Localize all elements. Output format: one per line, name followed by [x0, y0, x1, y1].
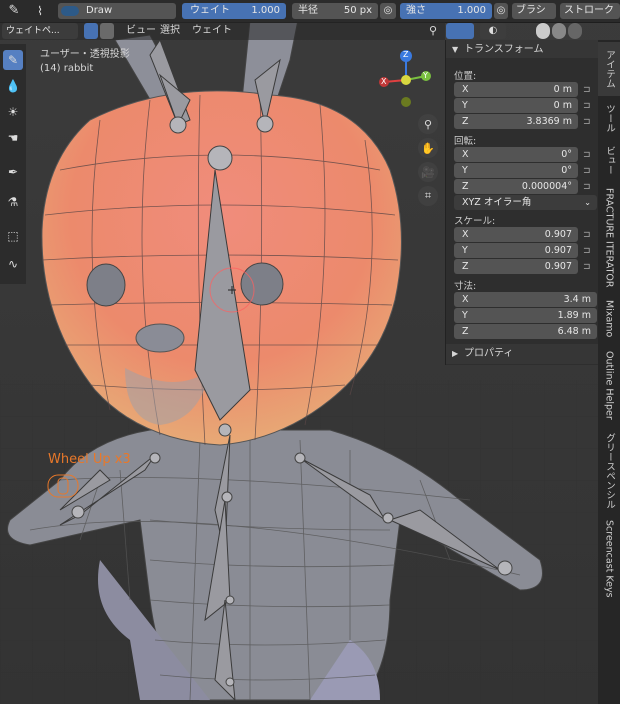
radius-label: 半径 — [298, 5, 318, 16]
average-icon[interactable]: ☀ — [3, 102, 23, 122]
pressure-icon[interactable]: ◎ — [380, 3, 396, 19]
chevron-down-icon: ⌄ — [584, 198, 591, 207]
zoom-icon[interactable]: ⚲ — [418, 114, 438, 134]
mode-selector[interactable]: ウェイトペ... — [2, 23, 78, 39]
dimensions-label: 寸法: — [454, 281, 477, 292]
gizmo-x-label: X — [381, 77, 387, 86]
viewport-projection: ユーザー・透視投影 — [40, 49, 130, 60]
shading-material-icon[interactable] — [552, 23, 566, 39]
brush-selector[interactable]: Draw — [58, 3, 176, 19]
menu-select[interactable]: 選択 — [160, 24, 180, 38]
overlay-icon[interactable]: ◐ — [480, 23, 506, 39]
menu-weight[interactable]: ウェイト — [192, 24, 232, 38]
vertex-mask-icon[interactable] — [100, 23, 114, 39]
weight-label: ウェイト — [190, 5, 230, 16]
scale-z[interactable]: Z 0.907 — [454, 259, 578, 274]
lock-icon[interactable]: ⊐ — [583, 85, 593, 95]
gradient-icon[interactable]: ✒ — [3, 162, 23, 182]
mode-label: ウェイトペ... — [6, 26, 60, 36]
menu-view[interactable]: ビュー — [126, 24, 156, 38]
annotate-icon[interactable]: ∿ — [3, 254, 23, 274]
wheel-overlay-text: Wheel Up x3 — [48, 452, 131, 467]
lock-icon[interactable]: ⊐ — [583, 150, 593, 160]
viewport-header: ウェイトペ... ビュー 選択 ウェイト — [0, 22, 445, 40]
collapse-chevron-icon[interactable]: ▼ — [452, 43, 458, 57]
sidebar-tabs: アイテム ツール ビュー FRACTURE ITERATOR Mixamo Ou… — [598, 40, 620, 704]
gizmo-z-label: Z — [403, 50, 409, 59]
scale-y[interactable]: Y 0.907 — [454, 243, 578, 258]
tab-tool[interactable]: ツール — [598, 98, 620, 138]
tab-grease-pencil[interactable]: グリースペンシル — [598, 428, 620, 514]
scale-label: スケール: — [454, 216, 496, 227]
tab-fracture-iterator[interactable]: FRACTURE ITERATOR — [598, 182, 620, 294]
sidebar-panel: ▼ トランスフォーム 位置: X0 m Y0 m Z 3.8369 m ⊐ ⊐ ⊐… — [445, 40, 599, 365]
brush-icon[interactable]: ⌇ — [30, 3, 50, 19]
radius-field[interactable]: 半径 50 px — [292, 3, 378, 19]
tool-shelf: ✎ 💧 ☀ ☚ ✒ ⚗ ⬚ ∿ — [0, 44, 26, 284]
rotation-x[interactable]: X 0° — [454, 147, 578, 162]
lock-icon[interactable]: ⊐ — [583, 182, 593, 192]
tab-outline-helper[interactable]: Outline Helper — [598, 344, 620, 426]
shading-rendered-icon[interactable] — [568, 23, 582, 39]
weight-field[interactable]: ウェイト 1.000 — [182, 3, 286, 19]
tab-mixamo[interactable]: Mixamo — [598, 296, 620, 342]
lock-icon[interactable]: ⊐ — [583, 230, 593, 240]
brush-name: Draw — [86, 5, 113, 16]
brush-menu[interactable]: ブラシ — [512, 3, 556, 19]
lock-icon[interactable]: ⊐ — [583, 166, 593, 176]
object-types-icon[interactable]: ⚲ — [422, 24, 444, 40]
viewport-object-name: (14) rabbit — [40, 63, 94, 74]
properties-title[interactable]: プロパティ — [464, 347, 513, 361]
strength-pressure-icon[interactable]: ◎ — [494, 3, 508, 19]
strength-field[interactable]: 強さ 1.000 — [400, 3, 492, 19]
strength-value: 1.000 — [457, 5, 486, 16]
brush-menu-label: ブラシ — [516, 5, 546, 16]
location-y[interactable]: Y0 m — [454, 98, 578, 113]
tab-item[interactable]: アイテム — [598, 42, 620, 96]
dimensions-x[interactable]: X 3.4 m — [454, 292, 597, 307]
rotation-z[interactable]: Z 0.000004° — [454, 179, 578, 194]
strength-label: 強さ — [406, 5, 426, 16]
navigation-gizmo[interactable]: Z Y X — [376, 48, 436, 110]
mask-toggle-icon[interactable] — [84, 23, 98, 39]
grid-view-icon[interactable]: ⌗ — [418, 186, 438, 206]
smear-icon[interactable]: ☚ — [3, 128, 23, 148]
dimensions-y[interactable]: Y 1.89 m — [454, 308, 597, 323]
tab-screencast-keys[interactable]: Screencast Keys — [598, 516, 620, 602]
dimensions-z[interactable]: Z 6.48 m — [454, 324, 597, 339]
stroke-menu-label: ストローク — [564, 5, 614, 16]
lock-icon[interactable]: ⊐ — [583, 117, 593, 127]
scale-x[interactable]: X 0.907 — [454, 227, 578, 242]
location-z[interactable]: Z 3.8369 m — [454, 114, 578, 129]
transform-title[interactable]: トランスフォーム — [464, 43, 544, 57]
rotation-label: 回転: — [454, 136, 477, 147]
shading-solid-icon[interactable] — [536, 23, 550, 39]
blur-icon[interactable]: 💧 — [3, 76, 23, 96]
tool-header: ✎ ⌇ Draw ウェイト 1.000 半径 50 px ◎ 強さ 1.000 … — [0, 0, 620, 23]
rotation-mode-dropdown[interactable]: XYZ オイラー角 ⌄ — [454, 195, 597, 210]
draw-brush-icon[interactable]: ✎ — [3, 50, 23, 70]
lock-icon[interactable]: ⊐ — [583, 101, 593, 111]
stroke-menu[interactable]: ストローク — [560, 3, 620, 19]
sample-weight-icon[interactable]: ⚗ — [3, 192, 23, 212]
pan-hand-icon[interactable]: ✋ — [418, 138, 438, 158]
weight-value: 1.000 — [251, 5, 280, 16]
gizmo-y-label: Y — [423, 71, 428, 80]
lock-icon[interactable]: ⊐ — [583, 246, 593, 256]
rotation-y[interactable]: Y 0° — [454, 163, 578, 178]
tab-view[interactable]: ビュー — [598, 140, 620, 180]
lock-icon[interactable]: ⊐ — [583, 262, 593, 272]
camera-icon[interactable]: 🎥 — [418, 162, 438, 182]
expand-chevron-icon[interactable]: ▶ — [452, 347, 458, 361]
location-label: 位置: — [454, 71, 477, 82]
paint-mode-icon[interactable]: ✎ — [4, 3, 24, 19]
brush-preview-icon — [61, 6, 79, 16]
location-x[interactable]: X0 m — [454, 82, 578, 97]
viewport-shading-overlay-icon[interactable] — [446, 23, 474, 39]
select-box-icon[interactable]: ⬚ — [3, 226, 23, 246]
radius-value: 50 px — [343, 5, 372, 16]
